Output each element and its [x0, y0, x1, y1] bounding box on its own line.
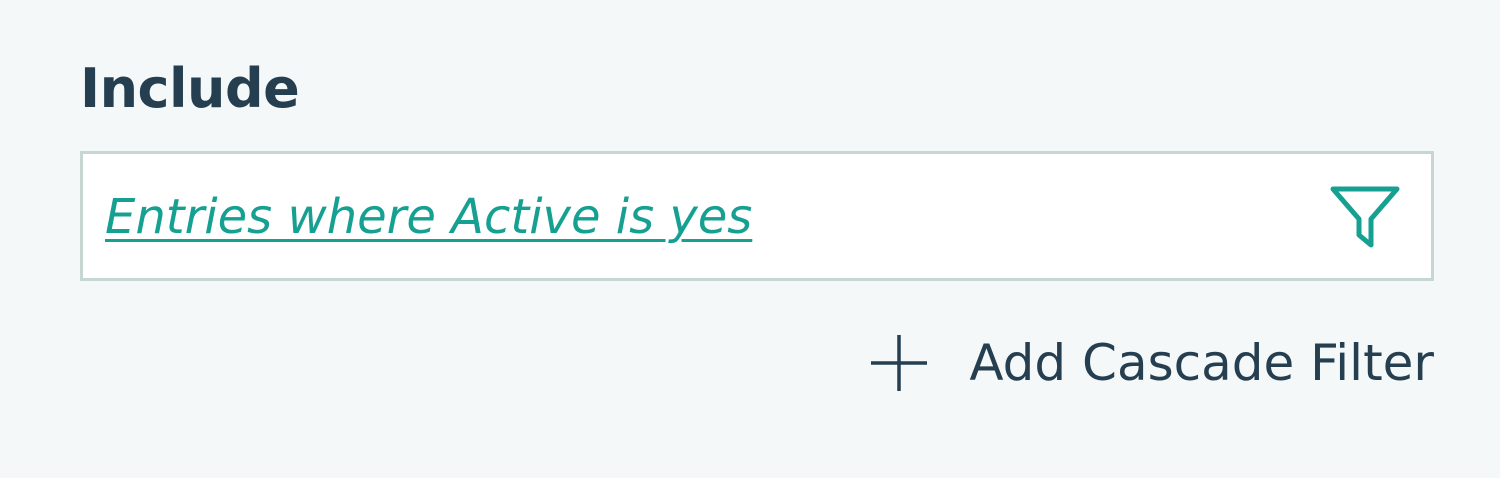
filter-condition-link[interactable]: Entries where Active is yes	[105, 189, 752, 245]
plus-icon	[869, 333, 929, 393]
filter-funnel-icon[interactable]	[1329, 183, 1401, 251]
section-title: Include	[80, 57, 300, 120]
filter-condition-box: Entries where Active is yes	[80, 151, 1434, 281]
add-cascade-filter-label: Add Cascade Filter	[969, 334, 1434, 392]
add-cascade-filter-button[interactable]: Add Cascade Filter	[869, 323, 1434, 403]
